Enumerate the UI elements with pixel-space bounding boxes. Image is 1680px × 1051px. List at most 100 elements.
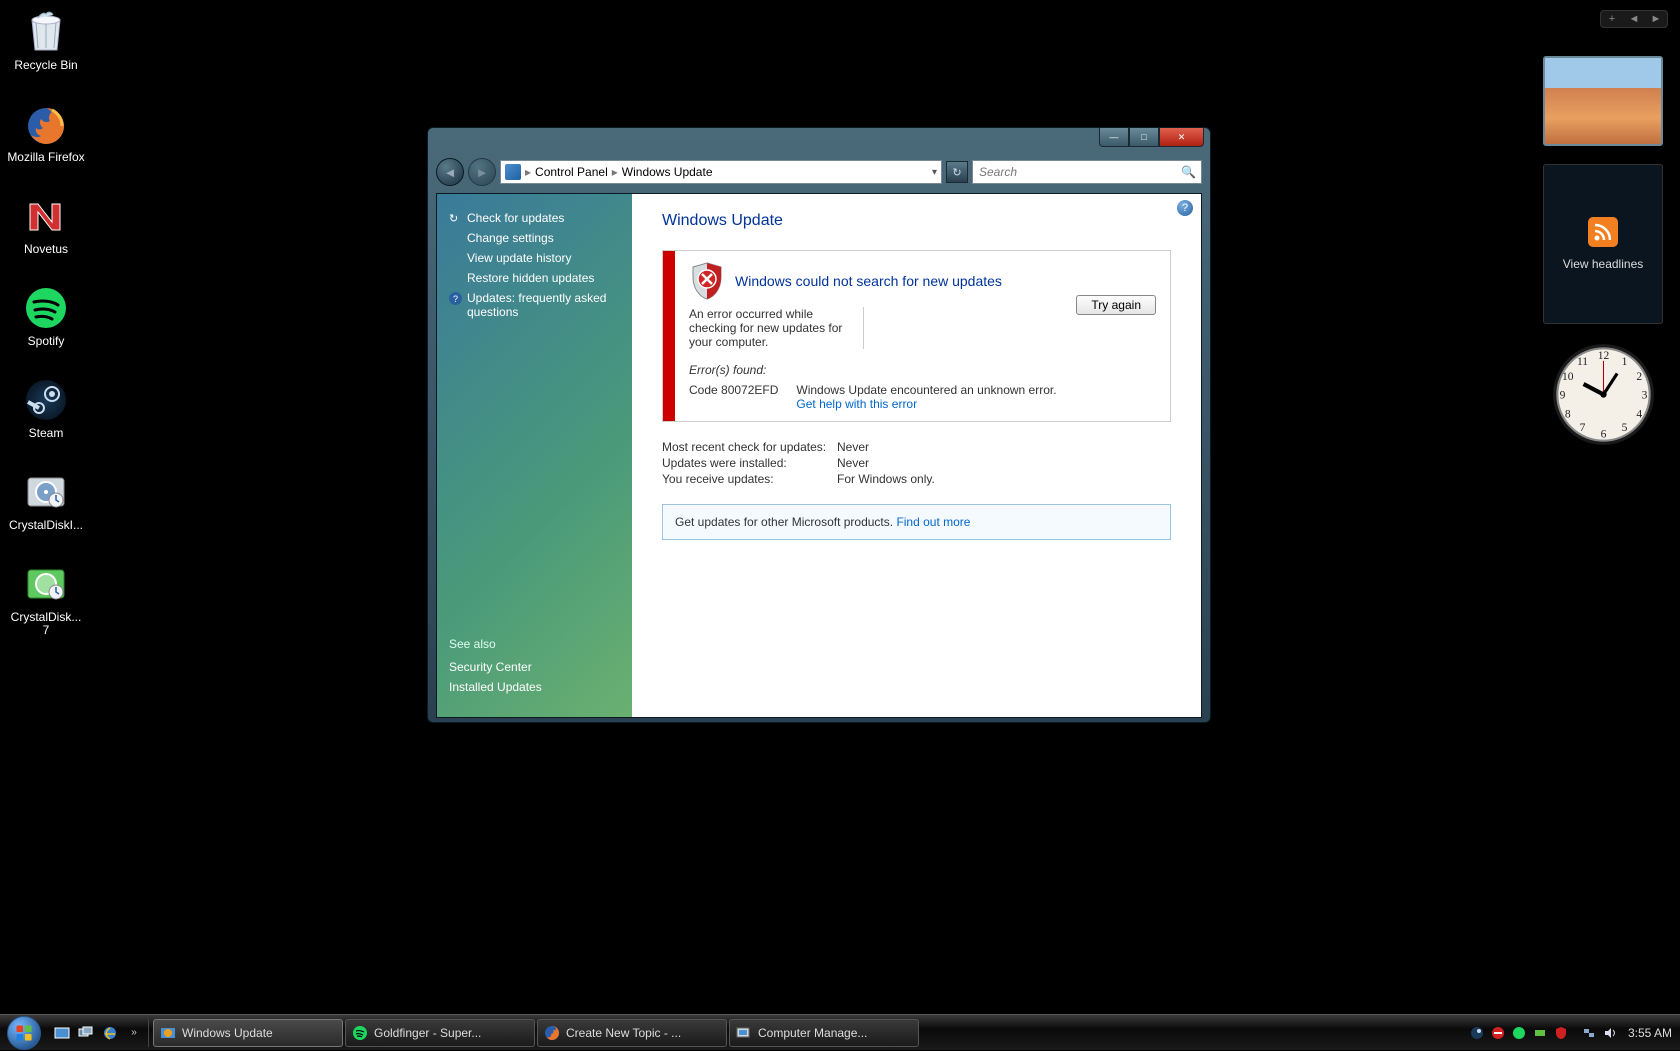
desktop-icon-spotify[interactable]: Spotify [6, 284, 86, 348]
sidebar-change-settings[interactable]: Change settings [449, 228, 620, 248]
tray-steam-icon[interactable] [1469, 1025, 1485, 1041]
promo-text: Get updates for other Microsoft products… [675, 515, 896, 529]
search-icon: 🔍 [1181, 165, 1196, 179]
sidebar-faq[interactable]: ?Updates: frequently asked questions [449, 288, 620, 322]
slideshow-gadget[interactable] [1543, 56, 1663, 146]
gadget-next-button[interactable]: ► [1645, 11, 1667, 27]
sidebar-security-center[interactable]: Security Center [449, 657, 620, 677]
tray-shield-icon[interactable] [1553, 1025, 1569, 1041]
feed-gadget[interactable]: View headlines [1543, 164, 1663, 324]
task-sidebar: ↻Check for updates Change settings View … [437, 194, 632, 717]
taskbar-tasks: Windows Update Goldfinger - Super... Cre… [149, 1019, 1461, 1047]
try-again-button[interactable]: Try again [1076, 295, 1156, 315]
firefox-icon [22, 100, 70, 148]
tray-safely-remove-icon[interactable] [1532, 1025, 1548, 1041]
svg-text:9: 9 [1559, 390, 1565, 402]
svg-text:1: 1 [1621, 356, 1627, 368]
nav-back-button[interactable]: ◄ [436, 158, 464, 186]
show-desktop-icon[interactable] [52, 1023, 72, 1043]
desktop-icon-label: Recycle Bin [14, 59, 77, 72]
tray-clock[interactable]: 3:55 AM [1628, 1026, 1672, 1040]
close-button[interactable]: ✕ [1159, 128, 1204, 147]
errors-found-label: Error(s) found: [689, 363, 1156, 377]
computer-management-icon [736, 1025, 752, 1041]
sidebar-installed-updates[interactable]: Installed Updates [449, 677, 620, 697]
breadcrumb-bar[interactable]: ▸ Control Panel ▸ Windows Update ▾ [500, 160, 942, 184]
task-windows-update[interactable]: Windows Update [153, 1019, 343, 1047]
task-firefox[interactable]: Create New Topic - ... [537, 1019, 727, 1047]
search-placeholder: Search [979, 165, 1017, 179]
start-button[interactable] [0, 1015, 48, 1051]
crystaldiskinfo-icon [22, 468, 70, 516]
window-caption-buttons: ― □ ✕ [1099, 128, 1204, 147]
crystaldiskinfo7-icon [22, 560, 70, 608]
find-out-more-link[interactable]: Find out more [896, 515, 970, 529]
taskbar: » Windows Update Goldfinger - Super... C… [0, 1014, 1680, 1050]
task-spotify[interactable]: Goldfinger - Super... [345, 1019, 535, 1047]
desktop-icon-label: CrystalDiskI... [9, 519, 83, 532]
page-title: Windows Update [662, 212, 1171, 230]
sidebar-check-for-updates[interactable]: ↻Check for updates [449, 208, 620, 228]
spotify-icon [22, 284, 70, 332]
nav-forward-button[interactable]: ► [468, 158, 496, 186]
gadget-prev-button[interactable]: ◄ [1623, 11, 1645, 27]
desktop-icon-label: CrystalDisk... 7 [6, 611, 86, 637]
refresh-button[interactable]: ↻ [946, 161, 968, 183]
svg-text:5: 5 [1621, 422, 1627, 434]
svg-text:3: 3 [1641, 390, 1647, 402]
recycle-bin-icon [22, 8, 70, 56]
spotify-icon [352, 1025, 368, 1041]
desktop-icon-label: Steam [29, 427, 64, 440]
see-also-heading: See also [449, 637, 620, 651]
svg-text:6: 6 [1600, 429, 1606, 441]
help-button[interactable]: ? [1177, 200, 1193, 216]
svg-text:4: 4 [1636, 409, 1642, 421]
tray-network-icon[interactable] [1581, 1025, 1597, 1041]
error-code: Code 80072EFD [689, 383, 778, 411]
desktop-icon-firefox[interactable]: Mozilla Firefox [6, 100, 86, 164]
status-receive: You receive updates:For Windows only. [662, 472, 1171, 486]
maximize-button[interactable]: □ [1129, 128, 1159, 147]
svg-text:10: 10 [1562, 371, 1574, 383]
task-computer-management[interactable]: Computer Manage... [729, 1019, 919, 1047]
error-color-bar [663, 251, 675, 421]
feed-label: View headlines [1563, 257, 1644, 271]
status-installed: Updates were installed:Never [662, 456, 1171, 470]
desktop-icon-steam[interactable]: Steam [6, 376, 86, 440]
svg-text:7: 7 [1579, 422, 1585, 434]
minimize-button[interactable]: ― [1099, 128, 1129, 147]
ie-icon[interactable] [100, 1023, 120, 1043]
firefox-icon [544, 1025, 560, 1041]
svg-text:8: 8 [1564, 409, 1570, 421]
sidebar-gadgets: + ◄ ► View headlines 12 12 3 45 6 78 9 1011 [1538, 10, 1668, 447]
quick-launch: » [48, 1019, 149, 1047]
novetus-icon [22, 192, 70, 240]
breadcrumb-windows-update[interactable]: Windows Update [618, 165, 717, 179]
search-box[interactable]: Search 🔍 [972, 160, 1202, 184]
get-help-link[interactable]: Get help with this error [796, 397, 917, 411]
sidebar-restore-hidden[interactable]: Restore hidden updates [449, 268, 620, 288]
windows-update-window: ― □ ✕ ◄ ► ▸ Control Panel ▸ Windows Upda… [427, 127, 1211, 723]
svg-text:2: 2 [1636, 371, 1642, 383]
desktop-icon-novetus[interactable]: Novetus [6, 192, 86, 256]
tray-spotify-icon[interactable] [1511, 1025, 1527, 1041]
breadcrumb-control-panel[interactable]: Control Panel [531, 165, 612, 179]
gadget-add-button[interactable]: + [1601, 11, 1623, 27]
desktop-icon-crystaldiskinfo7[interactable]: CrystalDisk... 7 [6, 560, 86, 637]
sidebar-view-history[interactable]: View update history [449, 248, 620, 268]
desktop-icon-crystaldiskinfo[interactable]: CrystalDiskI... [6, 468, 86, 532]
address-bar: ◄ ► ▸ Control Panel ▸ Windows Update ▾ ↻… [436, 155, 1202, 189]
clock-gadget[interactable]: 12 12 3 45 6 78 9 1011 [1551, 342, 1656, 447]
help-icon: ? [449, 292, 462, 305]
switch-windows-icon[interactable] [76, 1023, 96, 1043]
start-orb-icon [7, 1016, 41, 1050]
desktop-icon-recycle-bin[interactable]: Recycle Bin [6, 8, 86, 72]
quick-launch-chevron[interactable]: » [124, 1023, 144, 1043]
error-body: An error occurred while checking for new… [689, 307, 864, 349]
tray-volume-icon[interactable] [1602, 1025, 1618, 1041]
tray-blocked-icon[interactable] [1490, 1025, 1506, 1041]
svg-text:11: 11 [1576, 356, 1587, 368]
status-last-check: Most recent check for updates:Never [662, 440, 1171, 454]
desktop-icon-label: Spotify [28, 335, 65, 348]
svg-text:12: 12 [1597, 350, 1609, 362]
